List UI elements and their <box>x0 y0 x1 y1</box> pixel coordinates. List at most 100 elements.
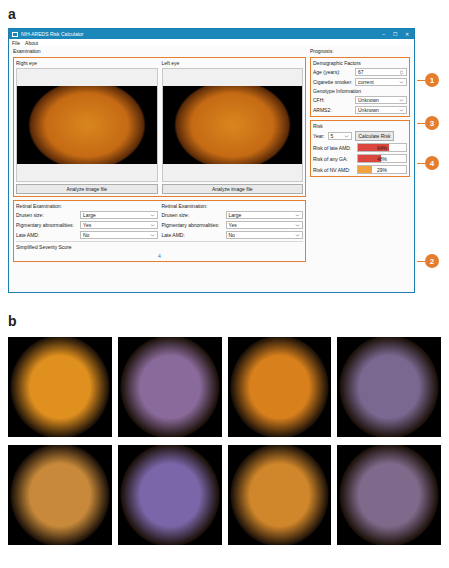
callout-line <box>417 163 425 164</box>
select-field[interactable]: Large <box>80 211 158 219</box>
factor-row: Age (years):67 <box>313 68 407 76</box>
select-field[interactable]: No <box>80 231 158 239</box>
panel-label: a <box>8 4 441 24</box>
window-title: NIH-AREDS Risk Calculator <box>21 31 379 37</box>
app-icon <box>12 32 18 37</box>
fundus-photo <box>118 445 222 545</box>
fundus-image <box>163 86 303 164</box>
eye-panel: Left eye Analyze image file <box>162 60 304 194</box>
window-control[interactable]: – <box>382 31 385 37</box>
select-field[interactable]: Unknown <box>355 106 407 114</box>
year-select[interactable]: 5 <box>328 132 352 140</box>
image-frame <box>16 68 158 182</box>
exam-row: Pigmentary abnormalities:Yes <box>16 221 158 229</box>
callout: 1 <box>417 73 439 87</box>
risk-row: Risk of NV AMD:29% <box>313 165 407 174</box>
field-label: Late AMD: <box>16 232 78 238</box>
field-label: Pigmentary abnormalities: <box>162 222 224 228</box>
exam-row: Drusen size:Large <box>162 211 304 219</box>
spin-arrows-icon <box>399 70 404 75</box>
callout-line <box>417 261 425 262</box>
risk-reading: 48% <box>358 155 406 162</box>
exam-title: Retinal Examination: <box>162 203 304 209</box>
image-frame <box>162 68 304 182</box>
risk-label: Risk of NV AMD: <box>313 167 355 173</box>
menu-item[interactable]: About <box>25 40 38 46</box>
chevron-down-icon <box>399 98 404 103</box>
analyze-button[interactable]: Analyze image file <box>162 184 304 194</box>
fundus-grid <box>8 337 441 545</box>
fundus-photo <box>8 337 112 437</box>
risk-region: RiskYear:5Calculate RiskRisk of late AMD… <box>310 120 410 177</box>
chevron-down-icon <box>295 213 300 218</box>
field-label: Pigmentary abnormalities: <box>16 222 78 228</box>
risk-bar: 29% <box>357 165 407 174</box>
severity-label: Simplified Severity Score <box>16 244 303 250</box>
year-row: Year:5Calculate Risk <box>313 131 407 141</box>
select-field[interactable]: No <box>226 231 304 239</box>
title-bar: NIH-AREDS Risk Calculator– ☐ ✕ <box>9 29 414 39</box>
risk-bar: 64% <box>357 143 407 152</box>
figure: a NIH-AREDS Risk Calculator– ☐ ✕ File About Ex… <box>0 0 449 549</box>
callout: 2 <box>417 254 439 268</box>
analyze-button[interactable]: Analyze image file <box>16 184 158 194</box>
callout-line <box>417 80 425 81</box>
callout: 3 <box>417 116 439 130</box>
select-field[interactable]: Yes <box>226 221 304 229</box>
window-body: ExaminationRight eyeAnalyze image fileLe… <box>9 46 414 292</box>
severity-value: 4 <box>16 253 303 259</box>
prognosis-pane: Prognosis:Demographic FactorsAge (years)… <box>310 48 410 288</box>
callout-line <box>417 123 425 124</box>
calculate-button[interactable]: Calculate Risk <box>355 131 395 141</box>
factor-row: CFH:Unknown <box>313 96 407 104</box>
callout-number: 4 <box>425 156 439 170</box>
section-title: Prognosis: <box>310 48 410 54</box>
window-control[interactable]: ☐ <box>393 31 397 37</box>
field-label: Drusen size: <box>16 212 78 218</box>
spin-field[interactable]: 67 <box>355 68 407 76</box>
chevron-down-icon <box>150 233 155 238</box>
chevron-down-icon <box>150 213 155 218</box>
app-window: NIH-AREDS Risk Calculator– ☐ ✕ File About Exa… <box>8 28 415 293</box>
risk-reading: 29% <box>358 166 406 173</box>
chevron-down-icon <box>344 134 349 139</box>
exam-column: Retinal Examination: Drusen size:Large Pig… <box>162 203 304 239</box>
menu-bar: File About <box>9 39 414 46</box>
callout-number: 3 <box>425 116 439 130</box>
panel-label: b <box>8 311 441 331</box>
select-field[interactable]: Yes <box>80 221 158 229</box>
risk-bar: 48% <box>357 154 407 163</box>
fundus-photo <box>228 445 332 545</box>
fundus-image <box>17 86 157 164</box>
select-field[interactable]: current <box>355 78 407 86</box>
exam-region: Retinal Examination:Drusen size:LargePig… <box>13 200 306 262</box>
select-field[interactable]: Unknown <box>355 96 407 104</box>
eye-label: Left eye <box>162 60 304 66</box>
field-label: Cigarette smoker: <box>313 79 353 85</box>
exam-row: Late AMD:No <box>16 231 158 239</box>
fundus-photo <box>118 337 222 437</box>
fundus-photo <box>8 445 112 545</box>
factor-row: ARMS2:Unknown <box>313 106 407 114</box>
field-label: ARMS2: <box>313 107 353 113</box>
chevron-down-icon <box>150 223 155 228</box>
risk-label: Risk of late AMD: <box>313 145 355 151</box>
field-label: CFH: <box>313 97 353 103</box>
exam-title: Retinal Examination: <box>16 203 158 209</box>
fundus-photo <box>337 337 441 437</box>
chevron-down-icon <box>399 108 404 113</box>
examination-pane: ExaminationRight eyeAnalyze image fileLe… <box>13 48 306 288</box>
exam-row: Drusen size:Large <box>16 211 158 219</box>
window-control[interactable]: ✕ <box>405 31 409 37</box>
exam-row: Pigmentary abnormalities:Yes <box>162 221 304 229</box>
exam-column: Retinal Examination:Drusen size:LargePig… <box>16 203 158 239</box>
select-field[interactable]: Large <box>226 211 304 219</box>
chevron-down-icon <box>295 223 300 228</box>
chevron-down-icon <box>295 233 300 238</box>
window-controls: – ☐ ✕ <box>382 31 411 37</box>
callout-number: 1 <box>425 73 439 87</box>
field-label: Late AMD: <box>162 232 224 238</box>
section-title: Examination <box>13 48 306 54</box>
menu-item[interactable]: File <box>12 40 20 46</box>
exam-grid: Retinal Examination:Drusen size:LargePig… <box>16 203 303 239</box>
